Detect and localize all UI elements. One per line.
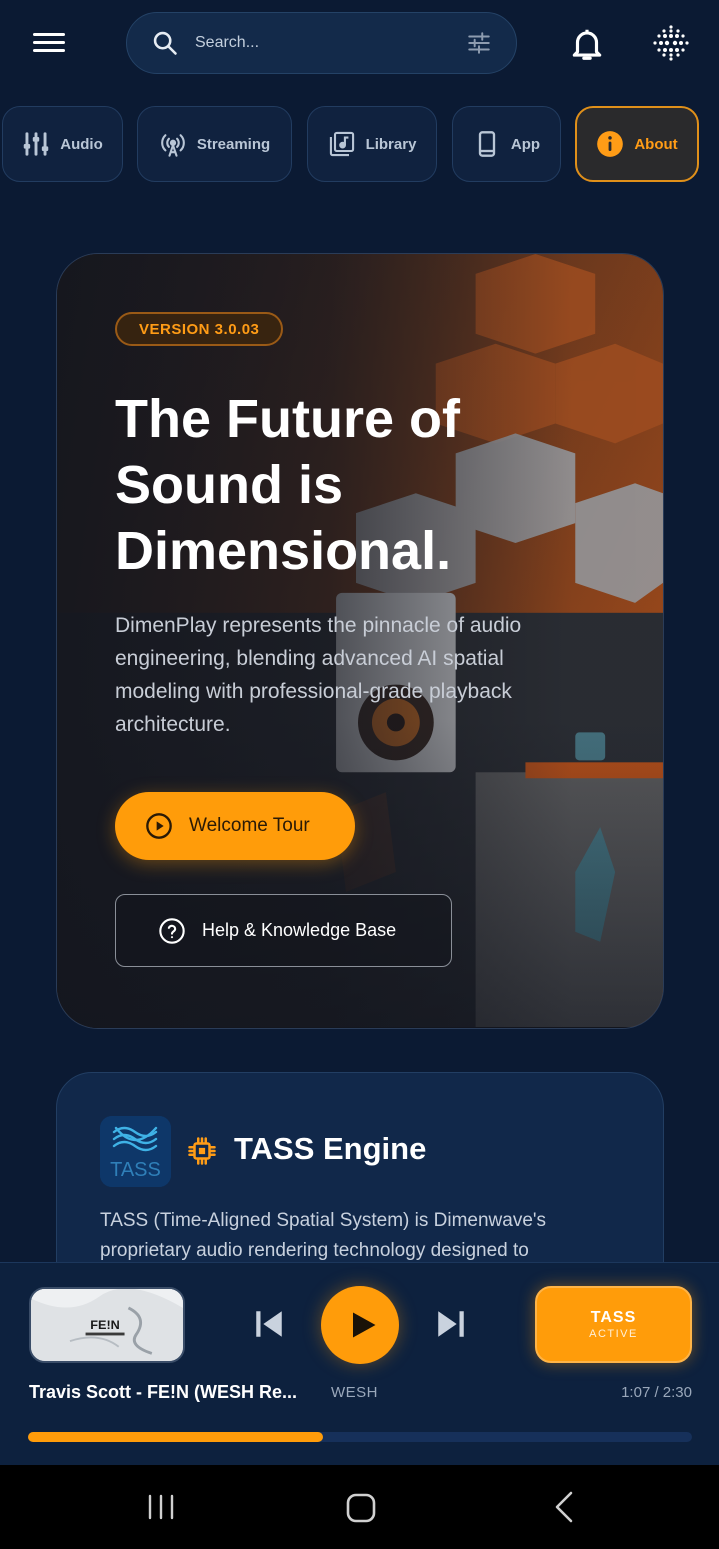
svg-text:TASS: TASS bbox=[110, 1159, 161, 1181]
recent-apps-icon[interactable] bbox=[146, 1492, 176, 1522]
now-playing-bar: FE!N TASS ACTIVE Travis Scott - FE!N (WE… bbox=[0, 1262, 719, 1465]
tass-toggle-button[interactable]: TASS ACTIVE bbox=[535, 1286, 692, 1363]
tab-streaming[interactable]: Streaming bbox=[137, 106, 292, 182]
tab-app[interactable]: App bbox=[452, 106, 561, 182]
tab-app-label: App bbox=[510, 135, 541, 153]
search-icon bbox=[153, 31, 177, 55]
tass-engine-description: TASS (Time-Aligned Spatial System) is Di… bbox=[100, 1210, 547, 1261]
tass-logo: TASS bbox=[100, 1116, 171, 1187]
next-track-icon[interactable] bbox=[434, 1307, 468, 1341]
tab-streaming-label: Streaming bbox=[196, 135, 271, 153]
info-icon bbox=[597, 131, 624, 157]
broadcast-icon bbox=[161, 134, 185, 157]
play-icon bbox=[352, 1312, 375, 1338]
help-knowledge-base-label: Help & Knowledge Base bbox=[202, 920, 397, 940]
play-circle-icon bbox=[146, 813, 172, 839]
playback-progress-bar[interactable] bbox=[28, 1432, 692, 1442]
version-badge: VERSION 3.0.03 bbox=[115, 312, 284, 346]
tab-about[interactable]: About bbox=[575, 106, 699, 182]
track-artist: WESH bbox=[331, 1384, 378, 1401]
dots-grid-icon[interactable] bbox=[652, 24, 690, 62]
help-knowledge-base-button[interactable]: Help & Knowledge Base bbox=[115, 894, 452, 967]
music-library-icon bbox=[329, 131, 354, 157]
category-tabs: Audio Streaming Library App About bbox=[0, 106, 719, 184]
track-time: 1:07 / 2:30 bbox=[621, 1384, 692, 1401]
album-art[interactable]: FE!N bbox=[29, 1287, 185, 1363]
welcome-tour-button[interactable]: Welcome Tour bbox=[115, 792, 355, 860]
home-icon[interactable] bbox=[345, 1492, 377, 1524]
equalizer-icon bbox=[24, 132, 49, 156]
hero-description: DimenPlay represents the pinnacle of aud… bbox=[115, 614, 522, 736]
tab-about-label: About bbox=[634, 135, 678, 153]
tass-toggle-status: ACTIVE bbox=[589, 1328, 638, 1340]
chip-icon bbox=[188, 1137, 216, 1165]
help-question-icon bbox=[159, 917, 185, 944]
playback-progress-fill bbox=[28, 1432, 324, 1442]
welcome-tour-label: Welcome Tour bbox=[189, 815, 310, 836]
system-navigation-bar bbox=[0, 1465, 719, 1549]
filter-sliders-icon[interactable] bbox=[466, 30, 492, 56]
tab-library[interactable]: Library bbox=[307, 106, 437, 182]
notification-bell-icon[interactable] bbox=[568, 24, 606, 64]
search-input[interactable]: Search... bbox=[195, 34, 466, 52]
top-bar: Search... bbox=[0, 0, 719, 86]
search-bar[interactable]: Search... bbox=[126, 12, 517, 74]
tass-engine-title: TASS Engine bbox=[234, 1131, 427, 1166]
phone-icon bbox=[478, 131, 496, 157]
play-button[interactable] bbox=[321, 1286, 399, 1364]
svg-text:FE!N: FE!N bbox=[90, 1318, 120, 1332]
tab-library-label: Library bbox=[365, 135, 417, 153]
hero-card: VERSION 3.0.03 The Future of Sound is Di… bbox=[56, 253, 664, 1029]
previous-track-icon[interactable] bbox=[252, 1307, 286, 1341]
track-title: Travis Scott - FE!N (WESH Re... bbox=[29, 1382, 298, 1402]
hamburger-menu-icon[interactable] bbox=[30, 28, 68, 58]
tab-audio[interactable]: Audio bbox=[2, 106, 123, 182]
hero-title: The Future of Sound is Dimensional. bbox=[115, 389, 460, 581]
tass-toggle-label: TASS bbox=[590, 1309, 637, 1326]
tab-audio-label: Audio bbox=[60, 135, 103, 153]
back-icon[interactable] bbox=[549, 1490, 579, 1524]
